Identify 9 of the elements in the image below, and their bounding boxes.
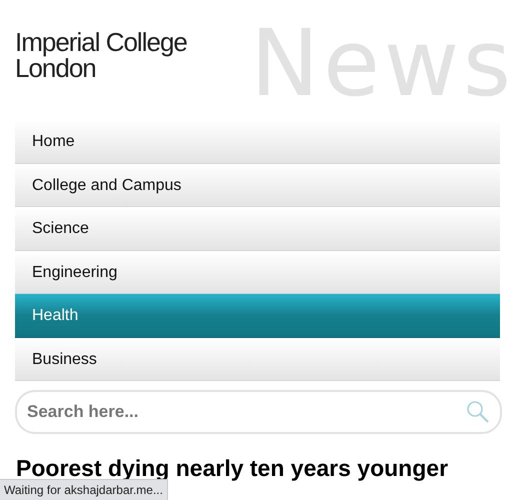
nav-item[interactable]: Engineering	[15, 250, 500, 294]
headline-text[interactable]: Poorest dying nearly ten years younger	[16, 457, 499, 479]
nav-item[interactable]: Health	[15, 294, 500, 338]
search-field[interactable]: Search here...	[15, 390, 502, 434]
nav-item[interactable]: Business	[15, 338, 500, 381]
nav-item[interactable]: College and Campus	[15, 164, 500, 207]
status-bar: Waiting for akshajdarbar.me...	[0, 479, 168, 500]
search-icon[interactable]	[466, 400, 490, 424]
logo-text[interactable]: Imperial College London	[15, 29, 250, 81]
